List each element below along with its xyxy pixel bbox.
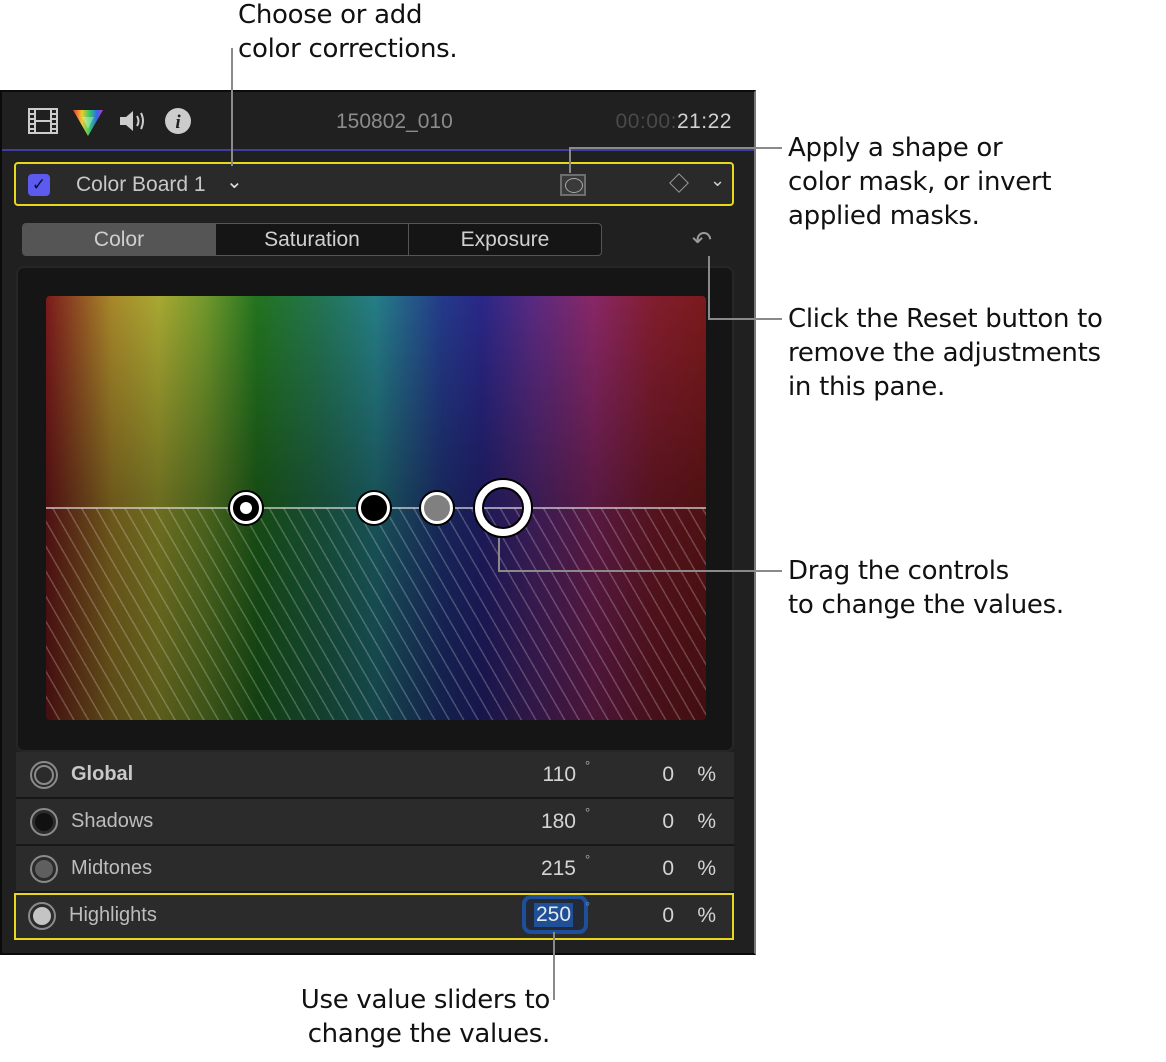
leader-line-reset (708, 318, 782, 320)
callout-mask: Apply a shape or color mask, or invert a… (788, 133, 1052, 231)
global-swatch-icon (30, 761, 58, 789)
color-board-container (16, 266, 734, 752)
speaker-icon[interactable] (118, 107, 148, 140)
timecode-dim: 00:00: (615, 110, 677, 133)
global-puck[interactable] (230, 492, 262, 524)
row-shadows[interactable]: Shadows 180 ° 0 % (16, 799, 734, 846)
shape-mask-icon[interactable] (560, 174, 586, 196)
percent-symbol: % (697, 810, 716, 833)
highlights-puck[interactable] (475, 480, 531, 536)
degree-symbol: ° (585, 805, 591, 820)
keyframe-diamond-icon[interactable] (669, 173, 689, 193)
highlights-swatch-icon (28, 902, 56, 930)
percent-value[interactable]: 0 (662, 763, 674, 787)
tab-color[interactable]: Color (23, 224, 216, 255)
shadows-puck[interactable] (358, 492, 390, 524)
leader-line-sliders (553, 932, 555, 1000)
callout-color-corrections: Choose or add color corrections. (238, 0, 458, 64)
angle-value[interactable]: 180 (541, 810, 576, 834)
board-hatch (46, 508, 706, 720)
percent-symbol: % (697, 857, 716, 880)
svg-text:i: i (175, 112, 181, 133)
leader-line-drag (498, 570, 782, 572)
tab-saturation[interactable]: Saturation (216, 224, 409, 255)
degree-symbol: ° (585, 852, 591, 867)
inspector-toolbar: i 150802_010 00:00:21:22 (2, 92, 754, 150)
row-global[interactable]: Global 110 ° 0 % (16, 752, 734, 799)
effect-name[interactable]: Color Board 1 (76, 173, 206, 197)
reset-icon[interactable]: ↶ (692, 226, 712, 255)
leader-line-mask (569, 147, 571, 173)
midtones-swatch-icon (30, 855, 58, 883)
row-label: Global (71, 763, 134, 785)
leader-line-drag (498, 538, 500, 572)
percent-value[interactable]: 0 (662, 904, 674, 928)
callout-value-sliders: Use value sliders to change the values. (300, 985, 551, 1049)
row-label: Highlights (69, 904, 157, 926)
leader-line-mask (569, 147, 782, 149)
color-board-effect-row[interactable]: ✓ Color Board 1 ⌄ ⌄ (14, 162, 734, 206)
angle-value[interactable]: 215 (541, 857, 576, 881)
angle-value-slider[interactable]: 250 (522, 895, 588, 934)
percent-symbol: % (697, 763, 716, 786)
percent-symbol: % (697, 904, 716, 927)
value-rows: Global 110 ° 0 % Shadows 180 ° 0 % Midto… (14, 752, 734, 940)
corrections-chevron-down-icon[interactable]: ⌄ (226, 169, 243, 194)
angle-value[interactable]: 110 (543, 763, 576, 787)
degree-symbol: ° (585, 899, 591, 914)
effect-menu-chevron-down-icon[interactable]: ⌄ (710, 170, 725, 191)
row-highlights[interactable]: Highlights 250 ° 0 % (14, 893, 734, 940)
row-label: Shadows (71, 810, 154, 832)
percent-value[interactable]: 0 (662, 810, 674, 834)
timecode-value: 21:22 (676, 110, 732, 133)
leader-line-reset (708, 256, 710, 320)
timecode: 00:00:21:22 (616, 110, 732, 134)
percent-value[interactable]: 0 (662, 857, 674, 881)
board-tabs: Color Saturation Exposure (22, 223, 602, 256)
clip-name: 150802_010 (336, 110, 453, 133)
color-board[interactable] (46, 296, 706, 720)
row-midtones[interactable]: Midtones 215 ° 0 % (16, 846, 734, 893)
leader-line-corrections (231, 48, 233, 166)
callout-drag-controls: Drag the controls to change the values. (788, 556, 1064, 620)
shadows-swatch-icon (30, 808, 58, 836)
callout-reset: Click the Reset button to remove the adj… (788, 304, 1103, 402)
info-icon[interactable]: i (164, 107, 192, 140)
angle-value-editing[interactable]: 250 (534, 903, 574, 927)
effect-enable-checkbox[interactable]: ✓ (28, 174, 50, 196)
tab-exposure[interactable]: Exposure (409, 224, 601, 255)
row-label: Midtones (71, 857, 153, 879)
color-inspector-panel: i 150802_010 00:00:21:22 ✓ Color Board 1… (0, 90, 756, 955)
degree-symbol: ° (585, 758, 591, 773)
film-icon[interactable] (28, 107, 58, 140)
color-triangle-icon[interactable] (72, 107, 104, 142)
midtones-puck[interactable] (421, 492, 453, 524)
toolbar-divider (2, 149, 754, 151)
